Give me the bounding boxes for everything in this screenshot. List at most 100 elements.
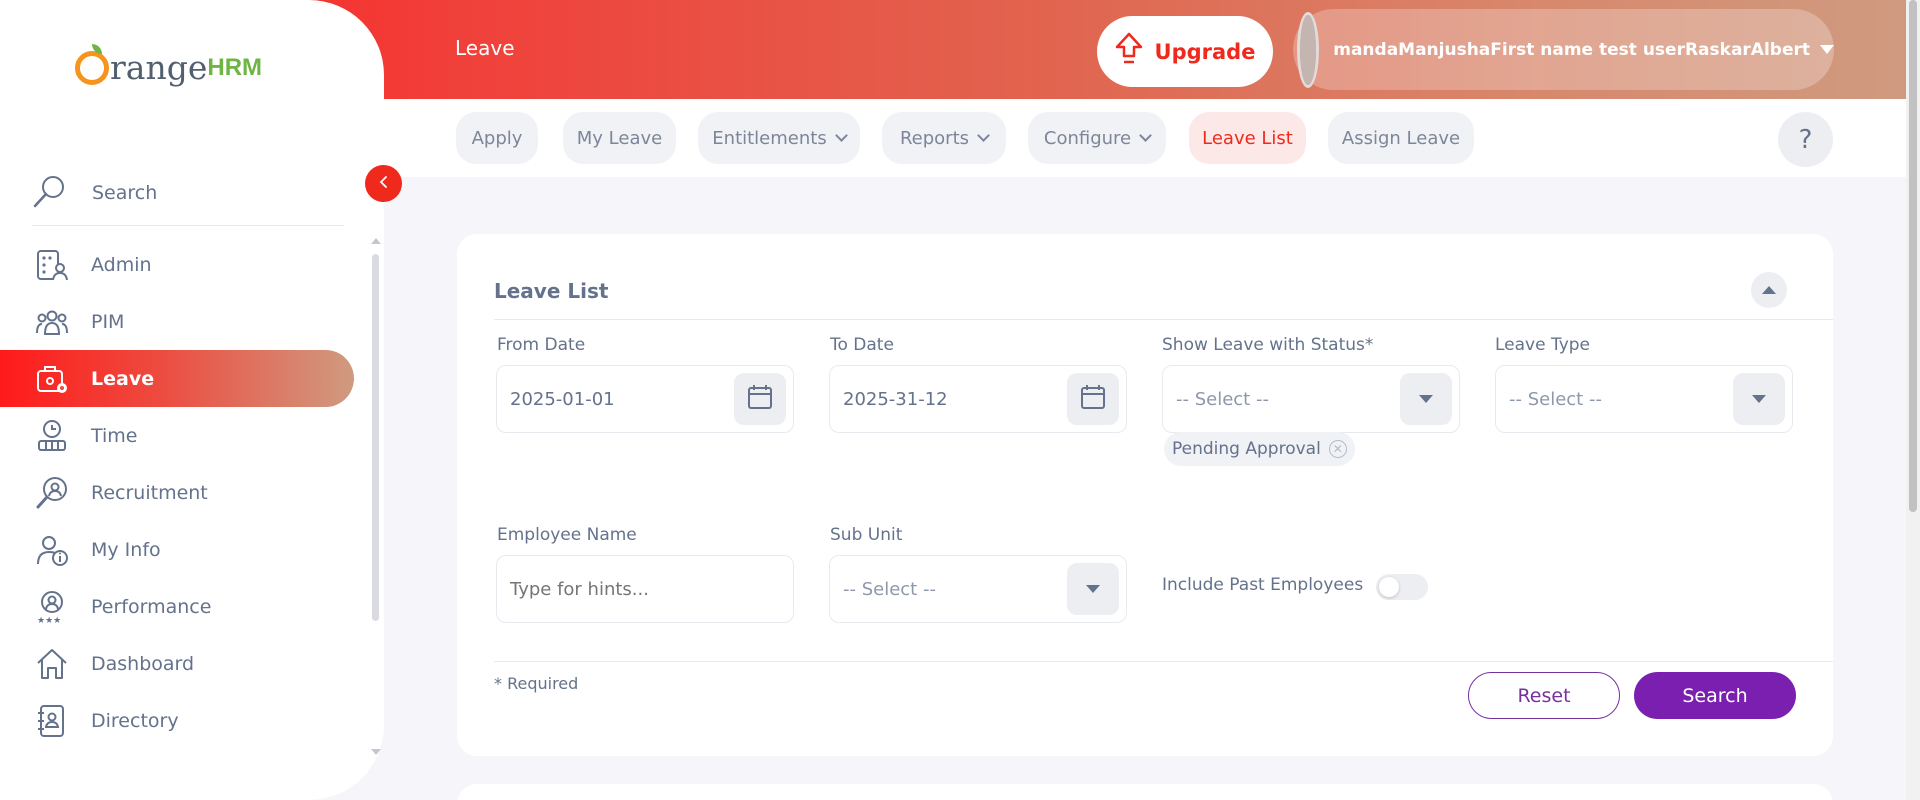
chevron-down-icon <box>834 129 848 142</box>
leave-icon <box>34 361 70 397</box>
caret-up-icon <box>1762 286 1776 294</box>
sidebar-scrollbar[interactable] <box>370 238 382 755</box>
card-title: Leave List <box>494 279 609 303</box>
from-date-input[interactable]: 2025-01-01 <box>496 365 794 433</box>
calendar-button[interactable] <box>734 373 786 425</box>
from-date-label: From Date <box>497 335 586 355</box>
to-date-value: 2025-31-12 <box>843 388 948 410</box>
page-scrollbar[interactable] <box>1906 0 1920 800</box>
caret-down-icon <box>1752 395 1766 403</box>
tab-assign-leave[interactable]: Assign Leave <box>1328 112 1474 164</box>
results-card <box>457 784 1833 800</box>
recruitment-icon <box>34 475 70 511</box>
user-name: mandaManjushaFirst name test userRaskarA… <box>1333 39 1810 60</box>
sub-unit-select-value: -- Select -- <box>843 578 936 600</box>
employee-name-input[interactable] <box>496 555 794 623</box>
tab-apply[interactable]: Apply <box>456 112 538 164</box>
sidebar-search[interactable]: Search <box>32 160 344 226</box>
to-date-input[interactable]: 2025-31-12 <box>829 365 1127 433</box>
sidebar-item-recruitment[interactable]: Recruitment <box>0 464 354 521</box>
dropdown-button[interactable] <box>1733 373 1785 425</box>
logo-text: range <box>110 48 208 87</box>
tab-label: Configure <box>1043 127 1132 149</box>
calendar-button[interactable] <box>1067 373 1119 425</box>
upgrade-label: Upgrade <box>1154 39 1256 64</box>
from-date-value: 2025-01-01 <box>510 388 615 410</box>
sidebar-collapse-button[interactable] <box>365 165 402 202</box>
tab-reports[interactable]: Reports <box>882 112 1006 164</box>
my-info-icon <box>34 532 70 568</box>
chevron-down-icon <box>1139 129 1152 142</box>
caret-down-icon <box>1820 45 1834 54</box>
dropdown-button[interactable] <box>1067 563 1119 615</box>
sidebar: range HRM Search Admin PIM Leave Time Re… <box>0 0 384 800</box>
sidebar-item-pim[interactable]: PIM <box>0 293 354 350</box>
sidebar-item-directory[interactable]: Directory <box>0 692 354 749</box>
performance-icon: ★★★ <box>34 589 70 625</box>
leave-type-select-value: -- Select -- <box>1509 388 1602 410</box>
page-scroll-thumb[interactable] <box>1909 0 1917 512</box>
sidebar-item-time[interactable]: Time <box>0 407 354 464</box>
sub-navigation: Apply My Leave Entitlements Reports Conf… <box>384 99 1906 177</box>
sidebar-item-my-info[interactable]: My Info <box>0 521 354 578</box>
orangehrm-logo[interactable]: range HRM <box>75 43 262 87</box>
leave-type-select[interactable]: -- Select -- <box>1495 365 1793 433</box>
calendar-icon <box>747 384 773 415</box>
caret-down-icon <box>1419 395 1433 403</box>
avatar <box>1297 11 1320 88</box>
tab-my-leave[interactable]: My Leave <box>563 112 676 164</box>
sidebar-item-label: My Info <box>91 538 161 561</box>
sidebar-item-leave[interactable]: Leave <box>0 350 354 407</box>
upgrade-button[interactable]: Upgrade <box>1097 16 1273 87</box>
sidebar-item-admin[interactable]: Admin <box>0 236 354 293</box>
tab-label: Apply <box>471 127 523 149</box>
leave-type-label: Leave Type <box>1495 335 1591 355</box>
status-select[interactable]: -- Select -- <box>1162 365 1460 433</box>
sidebar-item-label: PIM <box>91 310 125 333</box>
status-chip: Pending Approval ✕ <box>1164 432 1355 466</box>
tab-label: Assign Leave <box>1341 127 1461 149</box>
scroll-down-icon[interactable] <box>371 749 381 755</box>
sidebar-item-label: Admin <box>91 253 152 276</box>
upgrade-arrow-icon <box>1115 32 1143 71</box>
sidebar-item-label: Recruitment <box>91 481 208 504</box>
collapse-filter-button[interactable] <box>1751 272 1787 308</box>
include-past-employees-toggle[interactable] <box>1376 574 1428 600</box>
user-menu[interactable]: mandaManjushaFirst name test userRaskarA… <box>1293 9 1834 90</box>
page-title: Leave <box>455 36 515 60</box>
search-button[interactable]: Search <box>1634 672 1796 719</box>
logo-mark <box>75 43 109 85</box>
sub-unit-select[interactable]: -- Select -- <box>829 555 1127 623</box>
status-chip-label: Pending Approval <box>1172 439 1321 459</box>
calendar-icon <box>1080 384 1106 415</box>
dropdown-button[interactable] <box>1400 373 1452 425</box>
tab-label: Entitlements <box>712 127 827 149</box>
scroll-up-icon[interactable] <box>371 238 381 244</box>
sidebar-scroll-thumb[interactable] <box>372 254 379 621</box>
directory-icon <box>34 703 70 739</box>
sidebar-item-performance[interactable]: ★★★ Performance <box>0 578 354 635</box>
reset-button[interactable]: Reset <box>1468 672 1620 719</box>
remove-chip-icon[interactable]: ✕ <box>1328 440 1347 458</box>
chevron-left-icon <box>377 174 391 193</box>
status-label: Show Leave with Status* <box>1162 335 1374 355</box>
to-date-label: To Date <box>830 335 894 355</box>
sidebar-item-dashboard[interactable]: Dashboard <box>0 635 354 692</box>
tab-leave-list[interactable]: Leave List <box>1189 112 1306 164</box>
help-button[interactable]: ? <box>1778 112 1833 167</box>
chevron-down-icon <box>977 129 990 142</box>
tab-label: My Leave <box>576 127 663 149</box>
sidebar-item-label: Time <box>91 424 138 447</box>
tab-entitlements[interactable]: Entitlements <box>698 112 860 164</box>
caret-down-icon <box>1086 585 1100 593</box>
employee-name-label: Employee Name <box>497 525 637 545</box>
search-icon <box>32 173 68 213</box>
sidebar-item-label: Leave <box>91 367 155 390</box>
sidebar-item-label: Performance <box>91 595 212 618</box>
toggle-knob <box>1379 577 1399 597</box>
pim-icon <box>34 304 70 340</box>
tab-configure[interactable]: Configure <box>1028 112 1166 164</box>
tab-label: Reports <box>899 127 970 149</box>
divider <box>494 661 1833 662</box>
sidebar-item-label: Dashboard <box>91 652 195 675</box>
